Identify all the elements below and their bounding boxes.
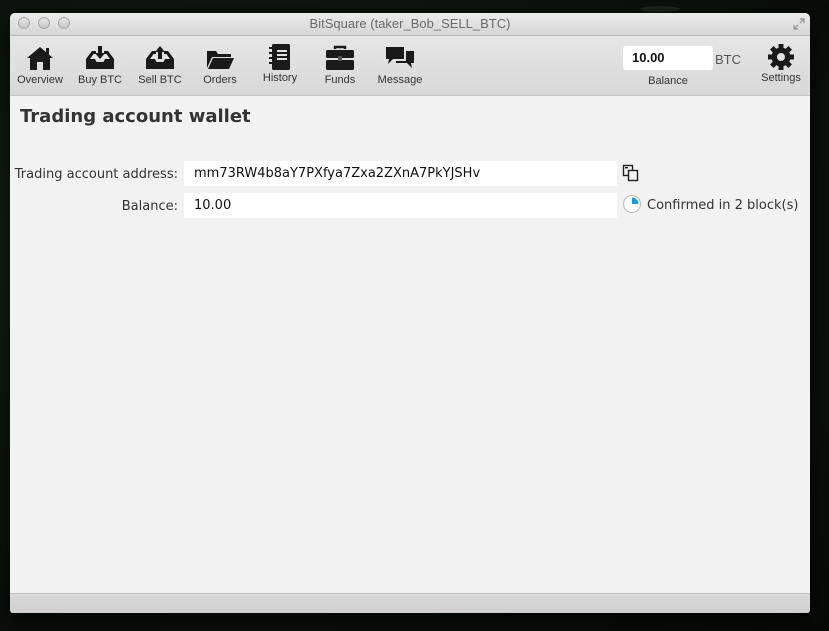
- nav-message-button[interactable]: Message: [374, 36, 426, 95]
- copy-icon[interactable]: [622, 164, 640, 182]
- nav-buy-btc-label: Buy BTC: [77, 74, 122, 86]
- chat-bubbles-icon: [386, 47, 414, 68]
- buy-tray-icon: [86, 46, 114, 69]
- nav-funds-label: Funds: [324, 74, 356, 86]
- folder-icon: [207, 51, 234, 69]
- app-window: BitSquare (taker_Bob_SELL_BTC) Overview …: [10, 13, 810, 613]
- notebook-icon: [269, 44, 290, 70]
- toolbar-balance-field: 10.00: [623, 46, 713, 70]
- nav-orders-label: Orders: [203, 74, 237, 86]
- nav-orders-button[interactable]: Orders: [194, 36, 246, 95]
- desktop-background: [640, 6, 680, 12]
- settings-button[interactable]: Settings: [756, 36, 806, 95]
- toolbar-balance-unit: BTC: [715, 52, 741, 67]
- address-label: Trading account address:: [14, 167, 178, 182]
- nav-history-button[interactable]: History: [254, 36, 306, 95]
- sell-tray-icon: [146, 46, 174, 69]
- main-toolbar: Overview Buy BTC Sell BTC Orders History…: [10, 36, 810, 96]
- trading-address-field[interactable]: mm73RW4b8aY7PXfya7Zxa2ZXnA7PkYJSHv: [184, 161, 617, 186]
- nav-sell-btc-button[interactable]: Sell BTC: [134, 36, 186, 95]
- main-content: Trading account wallet Trading account a…: [10, 96, 810, 594]
- confirmation-status: Confirmed in 2 block(s): [647, 198, 799, 213]
- confirmation-progress-icon: [623, 195, 641, 213]
- nav-overview-button[interactable]: Overview: [14, 36, 66, 95]
- home-icon: [27, 47, 53, 70]
- nav-history-label: History: [262, 72, 298, 84]
- page-title: Trading account wallet: [20, 106, 251, 127]
- window-title: BitSquare (taker_Bob_SELL_BTC): [309, 16, 511, 31]
- balance-field[interactable]: 10.00: [184, 193, 617, 218]
- nav-overview-label: Overview: [17, 74, 63, 86]
- balance-label: Balance:: [121, 199, 178, 214]
- toolbar-balance-caption: Balance: [648, 75, 688, 87]
- nav-funds-button[interactable]: Funds: [314, 36, 366, 95]
- gear-icon: [768, 44, 794, 70]
- briefcase-icon: [326, 45, 354, 70]
- nav-message-label: Message: [377, 74, 423, 86]
- status-bar: [10, 593, 810, 613]
- settings-label: Settings: [761, 72, 801, 84]
- nav-buy-btc-button[interactable]: Buy BTC: [74, 36, 126, 95]
- title-bar: BitSquare (taker_Bob_SELL_BTC): [10, 13, 810, 36]
- nav-sell-btc-label: Sell BTC: [138, 74, 182, 86]
- fullscreen-icon[interactable]: [792, 17, 806, 31]
